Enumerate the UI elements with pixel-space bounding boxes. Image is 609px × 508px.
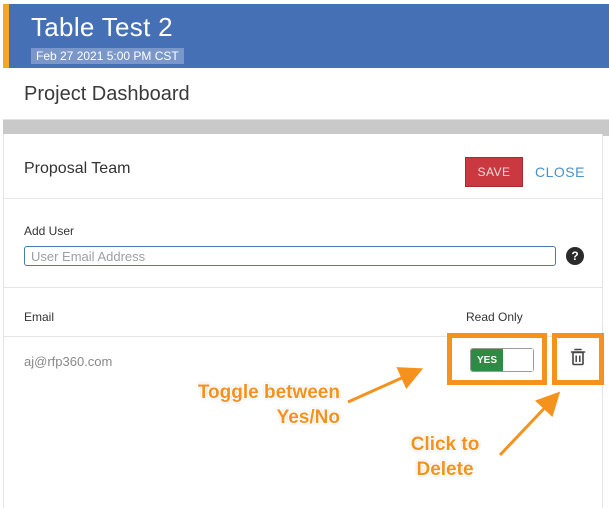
delete-callout-line2: Delete — [416, 459, 474, 480]
modal-title: Proposal Team — [24, 160, 131, 177]
page-header: Project Dashboard — [3, 68, 609, 120]
toggle-knob — [504, 349, 533, 371]
delete-callout: Click to Delete — [400, 432, 490, 482]
divider — [4, 198, 602, 199]
user-email-input[interactable] — [24, 246, 556, 266]
close-button[interactable]: CLOSE — [535, 164, 585, 180]
divider — [4, 287, 602, 288]
save-button[interactable]: SAVE — [465, 157, 523, 187]
app-header: Table Test 2 Feb 27 2021 5:00 PM CST — [3, 4, 609, 68]
proposal-team-modal: Proposal Team SAVE CLOSE Add User ? Emai… — [3, 134, 604, 508]
question-circle-icon[interactable]: ? — [566, 247, 584, 265]
toggle-yes-label: YES — [471, 349, 503, 371]
delete-highlight-box — [552, 333, 604, 385]
page-title[interactable]: Project Dashboard — [24, 83, 190, 106]
column-header-email: Email — [24, 310, 55, 324]
toggle-callout-line1: Toggle between — [197, 382, 340, 403]
toggle-callout: Toggle between Yes/No — [178, 380, 340, 430]
member-email: aj@rfp360.com — [24, 354, 113, 369]
project-title: Table Test 2 — [31, 12, 173, 42]
column-header-read-only: Read Only — [466, 310, 523, 324]
read-only-toggle[interactable]: YES — [470, 348, 534, 372]
toggle-highlight-box: YES — [447, 333, 547, 385]
due-date-badge: Feb 27 2021 5:00 PM CST — [31, 48, 184, 64]
trash-icon[interactable] — [570, 348, 586, 371]
delete-callout-line1: Click to — [410, 434, 480, 455]
toggle-callout-line2: Yes/No — [276, 407, 340, 428]
add-user-label: Add User — [24, 224, 75, 238]
